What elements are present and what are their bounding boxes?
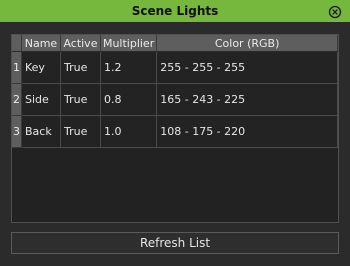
cell-name[interactable]: Key bbox=[21, 51, 61, 84]
cell-active[interactable]: True bbox=[60, 51, 101, 84]
cell-color[interactable]: 108 - 175 - 220 bbox=[156, 115, 338, 148]
cell-multiplier[interactable]: 0.8 bbox=[100, 83, 158, 116]
cell-active[interactable]: True bbox=[60, 83, 101, 116]
scene-lights-window: Scene Lights Name Active Multiplier Colo… bbox=[0, 0, 350, 266]
column-header-multiplier[interactable]: Multiplier bbox=[100, 35, 158, 52]
cell-active[interactable]: True bbox=[60, 115, 101, 148]
cell-name[interactable]: Side bbox=[21, 83, 61, 116]
column-header-name[interactable]: Name bbox=[21, 35, 61, 52]
lights-table: Name Active Multiplier Color (RGB) 1 Key… bbox=[12, 35, 338, 148]
row-number[interactable]: 1 bbox=[12, 51, 23, 84]
table-corner-header bbox=[12, 35, 23, 52]
lights-table-panel: Name Active Multiplier Color (RGB) 1 Key… bbox=[11, 34, 339, 223]
refresh-list-button[interactable]: Refresh List bbox=[11, 232, 339, 254]
cell-name[interactable]: Back bbox=[21, 115, 61, 148]
table-row[interactable]: 3 Back True 1.0 108 - 175 - 220 bbox=[12, 115, 338, 148]
cell-color[interactable]: 255 - 255 - 255 bbox=[156, 51, 338, 84]
column-header-color[interactable]: Color (RGB) bbox=[156, 35, 338, 52]
title-bar: Scene Lights bbox=[0, 0, 350, 22]
cell-multiplier[interactable]: 1.0 bbox=[100, 115, 158, 148]
window-title: Scene Lights bbox=[131, 4, 219, 18]
table-row[interactable]: 2 Side True 0.8 165 - 243 - 225 bbox=[12, 83, 338, 116]
table-row[interactable]: 1 Key True 1.2 255 - 255 - 255 bbox=[12, 51, 338, 84]
cell-multiplier[interactable]: 1.2 bbox=[100, 51, 158, 84]
column-header-active[interactable]: Active bbox=[60, 35, 101, 52]
table-header-row: Name Active Multiplier Color (RGB) bbox=[12, 35, 338, 52]
row-number[interactable]: 2 bbox=[12, 83, 23, 116]
cell-color[interactable]: 165 - 243 - 225 bbox=[156, 83, 338, 116]
close-icon[interactable] bbox=[328, 4, 342, 19]
row-number[interactable]: 3 bbox=[12, 115, 23, 148]
